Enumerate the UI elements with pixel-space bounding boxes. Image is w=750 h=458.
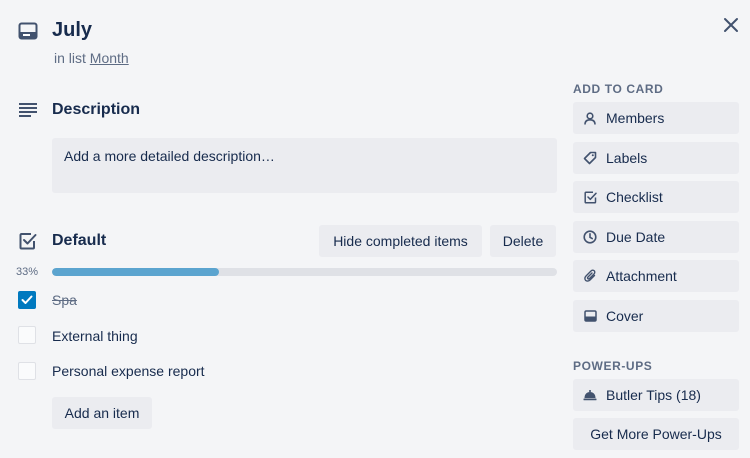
hide-completed-button[interactable]: Hide completed items	[319, 225, 482, 257]
card-title[interactable]: July	[52, 19, 92, 42]
in-list-prefix: in list	[54, 50, 86, 66]
description-icon	[18, 102, 38, 118]
description-placeholder[interactable]: Add a more detailed description…	[52, 138, 557, 193]
members-button[interactable]: Members	[573, 102, 739, 134]
add-item-button[interactable]: Add an item	[52, 397, 152, 429]
butler-bell-icon	[583, 388, 597, 402]
labels-button[interactable]: Labels	[573, 142, 739, 174]
in-list-text: in list Month	[54, 50, 129, 66]
card-icon	[18, 22, 38, 40]
cover-button[interactable]: Cover	[573, 300, 739, 332]
delete-checklist-button[interactable]: Delete	[490, 225, 556, 257]
paperclip-icon	[583, 269, 597, 283]
add-to-card-heading: ADD TO CARD	[573, 82, 664, 96]
checkbox-icon	[583, 190, 597, 204]
due-date-label: Due Date	[606, 229, 666, 245]
list-name-link[interactable]: Month	[90, 50, 129, 66]
progress-bar	[52, 268, 557, 276]
attachment-label: Attachment	[606, 268, 677, 284]
checklist-item-text[interactable]: External thing	[52, 328, 138, 344]
progress-percent: 33%	[16, 266, 39, 278]
checklist-item-text[interactable]: Spa	[52, 292, 77, 308]
checklist-label: Checklist	[606, 189, 663, 205]
power-ups-heading: POWER-UPS	[573, 359, 653, 373]
butler-tips-label: Butler Tips (18)	[606, 387, 701, 403]
checklist-button[interactable]: Checklist	[573, 181, 739, 213]
tag-icon	[583, 151, 597, 165]
checklist-icon	[19, 232, 37, 250]
butler-tips-button[interactable]: Butler Tips (18)	[573, 379, 739, 411]
progress-fill	[52, 268, 219, 276]
checklist-item-text[interactable]: Personal expense report	[52, 363, 205, 379]
attachment-button[interactable]: Attachment	[573, 260, 739, 292]
checklist-title[interactable]: Default	[52, 232, 106, 250]
checklist-item-checkbox[interactable]	[18, 326, 36, 344]
members-label: Members	[606, 110, 665, 126]
card-icon	[583, 309, 597, 323]
labels-label: Labels	[606, 150, 648, 166]
due-date-button[interactable]: Due Date	[573, 221, 739, 253]
cover-label: Cover	[606, 308, 644, 324]
get-more-power-ups-button[interactable]: Get More Power-Ups	[573, 418, 739, 450]
checklist-item-checkbox[interactable]	[18, 362, 36, 380]
close-icon[interactable]	[720, 14, 742, 36]
checklist-item-checkbox[interactable]	[18, 291, 36, 309]
check-icon	[21, 295, 33, 304]
description-heading: Description	[52, 101, 141, 118]
person-icon	[583, 111, 597, 125]
clock-icon	[583, 230, 597, 244]
